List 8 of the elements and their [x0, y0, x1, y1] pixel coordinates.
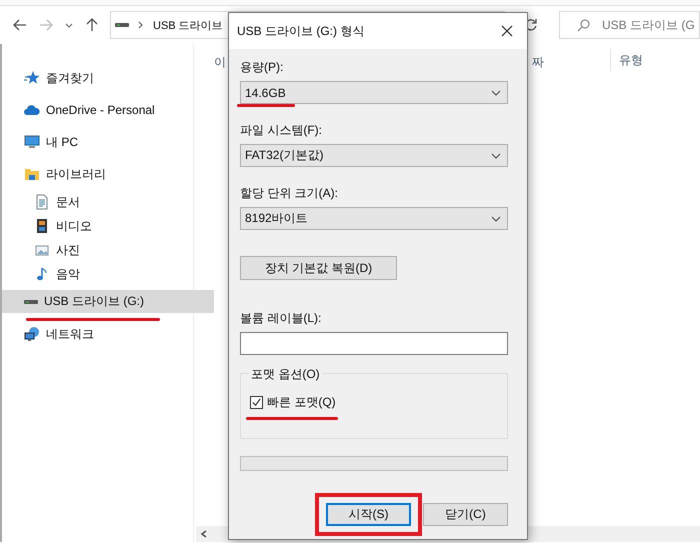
address-text: USB 드라이브 — [153, 18, 223, 32]
checkbox-label: 빠른 포맷(Q) — [267, 394, 336, 411]
group-legend: 포맷 옵션(O) — [249, 366, 322, 383]
field-label: 볼륨 레이블(L): — [240, 310, 322, 327]
field-label: 파일 시스템(F): — [240, 122, 322, 139]
field-label: 할당 단위 크기(A): — [240, 185, 338, 202]
field-label: 용량(P): — [240, 59, 284, 76]
dialog-title: USB 드라이브 (G:) 형식 — [237, 22, 364, 40]
